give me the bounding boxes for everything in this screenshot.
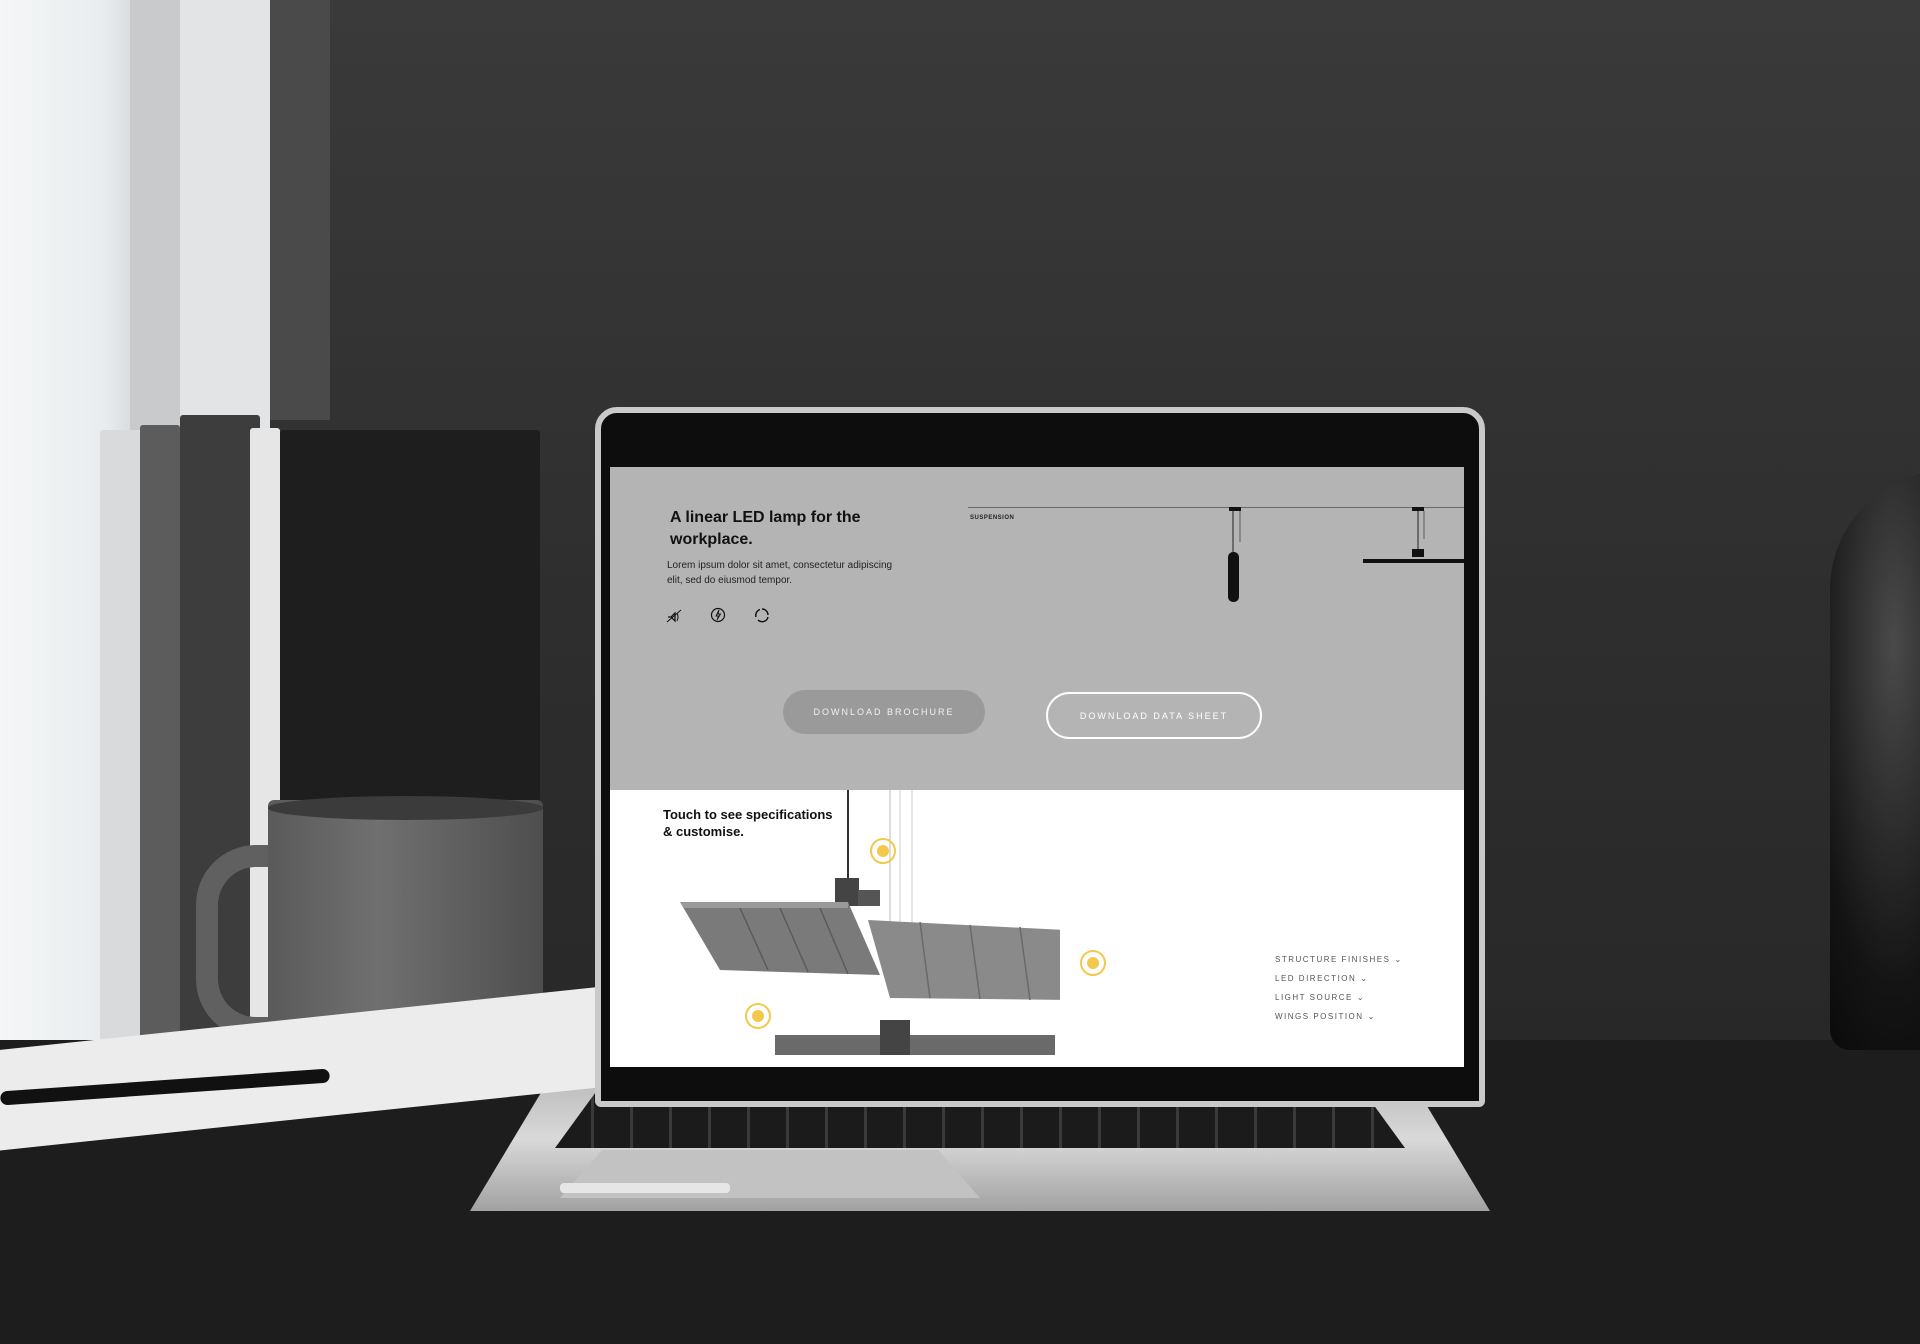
option-light-source[interactable]: LIGHT SOURCE ⌄ (1275, 993, 1403, 1002)
feature-icons (666, 607, 770, 623)
option-label: STRUCTURE FINISHES (1275, 955, 1391, 964)
spec-hotspot[interactable] (745, 1003, 771, 1029)
energy-icon (710, 607, 726, 623)
mug-rim (268, 796, 543, 820)
spec-hotspot[interactable] (870, 838, 896, 864)
book (140, 425, 180, 1040)
photo-scene: A linear LED lamp for the workplace. Lor… (0, 0, 1920, 1344)
chevron-down-icon: ⌄ (1356, 993, 1366, 1002)
option-label: LED DIRECTION (1275, 974, 1357, 983)
hero-lede: Lorem ipsum dolor sit amet, consectetur … (667, 560, 893, 586)
suspension-label: SUSPENSION (970, 515, 1015, 521)
download-data-sheet-button[interactable]: DOWNLOAD DATA SHEET (1046, 692, 1262, 739)
window-frame (270, 0, 330, 420)
laptop-screen: A linear LED lamp for the workplace. Lor… (610, 467, 1464, 1067)
laptop-lip (560, 1183, 730, 1193)
option-wings-position[interactable]: WINGS POSITION ⌄ (1275, 1012, 1403, 1021)
option-structure-finishes[interactable]: STRUCTURE FINISHES ⌄ (1275, 955, 1403, 964)
configurator-title: Touch to see specifications & customise. (663, 807, 833, 839)
suspension-drawing (968, 507, 1464, 602)
no-flicker-icon (666, 609, 682, 623)
chevron-down-icon: ⌄ (1394, 955, 1403, 964)
hero-section: A linear LED lamp for the workplace. Lor… (610, 467, 1464, 790)
option-led-direction[interactable]: LED DIRECTION ⌄ (1275, 974, 1403, 983)
black-decor-object (1830, 470, 1920, 1050)
configurator-options: STRUCTURE FINISHES ⌄ LED DIRECTION ⌄ LIGHT… (1275, 955, 1403, 1021)
download-brochure-button[interactable]: DOWNLOAD BROCHURE (783, 690, 985, 734)
chevron-down-icon: ⌄ (1367, 1012, 1376, 1021)
recycle-icon (755, 608, 769, 623)
window-frame (180, 0, 270, 480)
hero-headline: A linear LED lamp for the workplace. (670, 509, 861, 548)
option-label: LIGHT SOURCE (1275, 993, 1353, 1002)
configurator-section: Touch to see specifications & customise.… (610, 790, 1464, 1067)
option-label: WINGS POSITION (1275, 1012, 1364, 1021)
chevron-down-icon: ⌄ (1360, 974, 1369, 983)
spec-hotspot[interactable] (1080, 950, 1106, 976)
